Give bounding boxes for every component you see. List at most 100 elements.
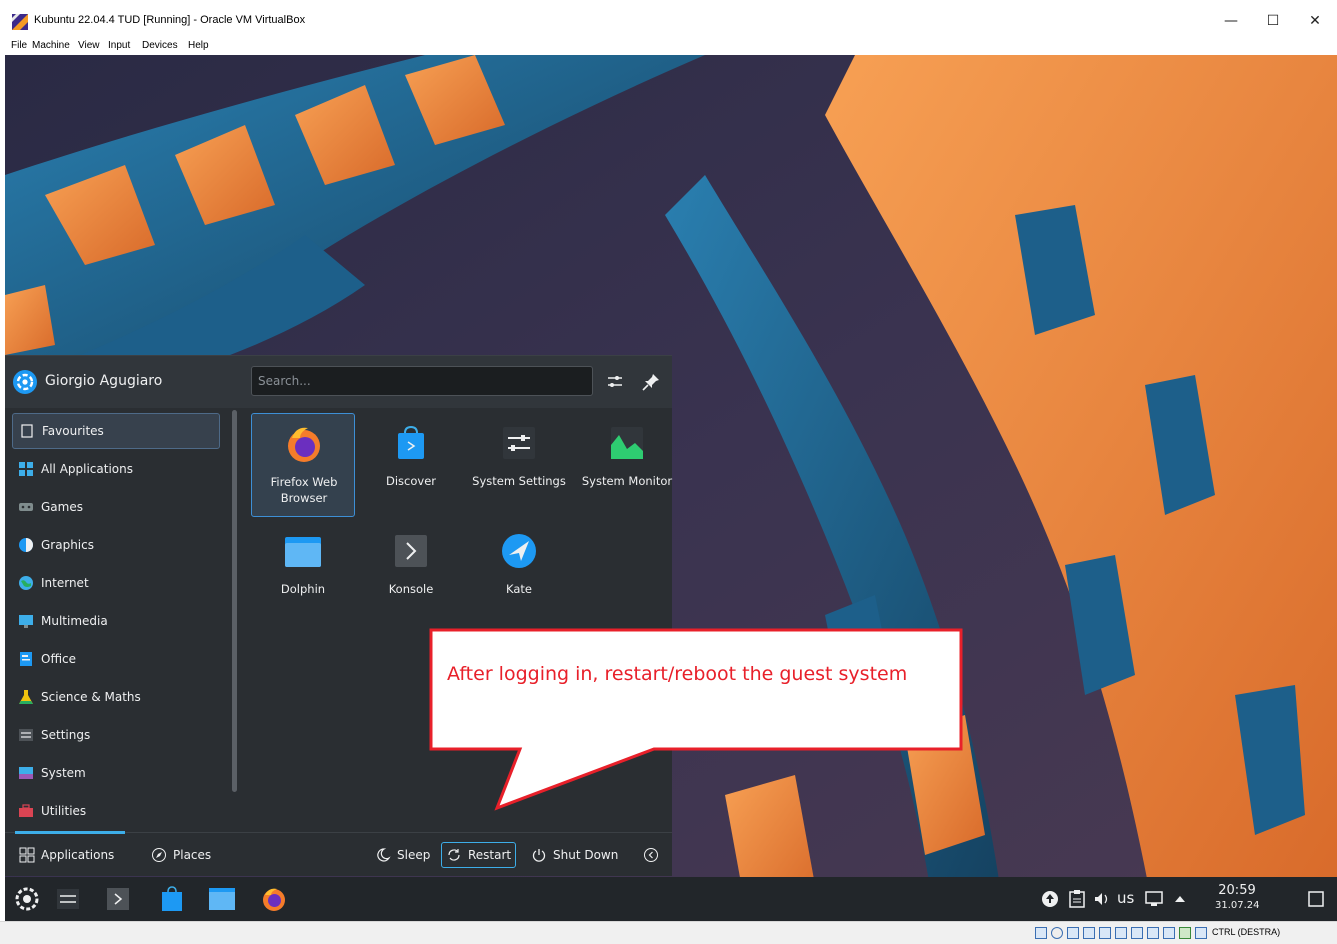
app-konsole[interactable]: Konsole <box>359 521 463 625</box>
network-tray-icon[interactable] <box>1145 890 1163 908</box>
launcher-menu-icon[interactable] <box>15 887 39 911</box>
category-favourites[interactable]: Favourites <box>12 413 220 449</box>
tab-places[interactable]: Places <box>151 842 211 868</box>
firefox-task-icon[interactable] <box>261 886 287 912</box>
guest-desktop: Giorgio Agugiaro Favourites All Applicat <box>5 55 1337 921</box>
category-office[interactable]: Office <box>12 641 220 677</box>
keyboard-capture-icon[interactable] <box>1195 927 1207 939</box>
pin-icon[interactable] <box>639 370 663 394</box>
cpu-icon[interactable] <box>1163 927 1175 939</box>
terminal-icon <box>395 535 427 567</box>
mouse-integration-icon[interactable] <box>1179 927 1191 939</box>
maximize-button[interactable]: ☐ <box>1260 10 1286 32</box>
category-label: Science & Maths <box>41 690 141 704</box>
category-system[interactable]: System <box>12 755 220 791</box>
updates-tray-icon[interactable] <box>1041 890 1059 908</box>
app-label: Dolphin <box>280 582 326 596</box>
recording-icon[interactable] <box>1147 927 1159 939</box>
volume-tray-icon[interactable] <box>1093 890 1111 908</box>
network-adapter-icon[interactable] <box>1083 927 1095 939</box>
menu-machine[interactable]: Machine <box>32 40 70 51</box>
clock-time[interactable]: 20:59 <box>1217 883 1257 898</box>
app-label: Discover <box>385 474 436 488</box>
launcher-footer: Applications Places Sleep Restart Shut D… <box>5 831 672 876</box>
close-button[interactable]: ✕ <box>1302 10 1328 32</box>
user-avatar-icon[interactable] <box>12 369 38 395</box>
more-power-options-button[interactable] <box>643 842 665 868</box>
app-discover[interactable]: Discover <box>359 413 463 517</box>
tab-applications-label: Applications <box>41 848 115 862</box>
app-label: System Settings <box>472 474 566 488</box>
category-label: Internet <box>41 576 89 590</box>
settings-icon <box>19 729 33 741</box>
sleep-label: Sleep <box>397 848 431 862</box>
clock-date[interactable]: 31.07.24 <box>1215 900 1260 911</box>
app-system-monitor[interactable]: System Monitor <box>575 413 679 517</box>
menu-file[interactable]: File <box>11 40 27 51</box>
menu-devices[interactable]: Devices <box>142 40 178 51</box>
category-label: Settings <box>41 728 91 742</box>
display-icon[interactable] <box>1131 927 1143 939</box>
taskbar-panel: us 20:59 31.07.24 <box>5 877 1337 921</box>
category-science-maths[interactable]: Science & Maths <box>12 679 220 715</box>
menu-view[interactable]: View <box>78 40 100 51</box>
office-icon <box>20 652 32 666</box>
tab-applications[interactable]: Applications <box>19 842 114 868</box>
shutdown-button[interactable]: Shut Down <box>531 842 618 868</box>
app-firefox[interactable]: Firefox Web Browser <box>251 413 355 517</box>
multimedia-icon <box>19 615 33 628</box>
category-utilities[interactable]: Utilities <box>12 793 220 829</box>
vbox-menubar: File Machine View Input Devices Help <box>0 38 1337 55</box>
category-list: Favourites All Applications Games Graphi… <box>5 408 233 832</box>
category-multimedia[interactable]: Multimedia <box>12 603 220 639</box>
category-all-applications[interactable]: All Applications <box>12 451 220 487</box>
search-input[interactable] <box>251 366 593 396</box>
show-desktop-icon[interactable] <box>1307 890 1325 908</box>
optical-drive-icon[interactable] <box>1051 927 1063 939</box>
chevron-up-icon[interactable] <box>1173 892 1187 906</box>
category-label: System <box>41 766 86 780</box>
category-scrollbar[interactable] <box>232 410 237 792</box>
app-dolphin[interactable]: Dolphin <box>251 521 355 625</box>
dolphin-task-icon[interactable] <box>209 888 235 910</box>
configure-icon[interactable] <box>603 370 627 394</box>
sleep-button[interactable]: Sleep <box>375 842 430 868</box>
restart-icon <box>448 849 460 861</box>
discover-task-icon[interactable] <box>161 886 183 912</box>
app-label: Konsole <box>388 582 434 596</box>
category-graphics[interactable]: Graphics <box>12 527 220 563</box>
app-kate[interactable]: Kate <box>467 521 571 625</box>
flask-icon <box>19 690 33 704</box>
user-name: Giorgio Agugiaro <box>45 373 163 389</box>
audio-icon[interactable] <box>1067 927 1079 939</box>
category-internet[interactable]: Internet <box>12 565 220 601</box>
virtualbox-app-icon <box>12 14 28 30</box>
launcher-header: Giorgio Agugiaro <box>5 356 672 408</box>
restart-label: Restart <box>468 848 512 862</box>
konsole-task-icon[interactable] <box>107 888 129 910</box>
graphics-icon <box>19 538 33 552</box>
category-settings[interactable]: Settings <box>12 717 220 753</box>
restart-button[interactable]: Restart <box>441 842 517 868</box>
category-label: Utilities <box>41 804 87 818</box>
shared-folders-icon[interactable] <box>1115 927 1127 939</box>
system-monitor-icon <box>611 427 643 459</box>
app-system-settings[interactable]: System Settings <box>467 413 571 517</box>
menu-help[interactable]: Help <box>188 40 209 51</box>
menu-input[interactable]: Input <box>108 40 130 51</box>
app-label: System Monitor <box>581 474 673 488</box>
clipboard-tray-icon[interactable] <box>1069 890 1085 908</box>
toolbox-icon <box>19 804 33 817</box>
chevron-left-circle-icon <box>644 848 658 862</box>
system-settings-task-icon[interactable] <box>57 889 79 909</box>
usb-icon[interactable] <box>1099 927 1111 939</box>
keyboard-layout-indicator[interactable]: us <box>1117 889 1134 907</box>
minimize-button[interactable]: — <box>1218 10 1244 32</box>
compass-icon <box>152 848 166 862</box>
callout-text: After logging in, restart/reboot the gue… <box>447 663 908 685</box>
applications-grid-icon <box>19 847 35 863</box>
hard-disk-icon[interactable] <box>1035 927 1047 939</box>
app-label: Kate <box>506 582 532 596</box>
system-icon <box>19 767 33 779</box>
category-games[interactable]: Games <box>12 489 220 525</box>
